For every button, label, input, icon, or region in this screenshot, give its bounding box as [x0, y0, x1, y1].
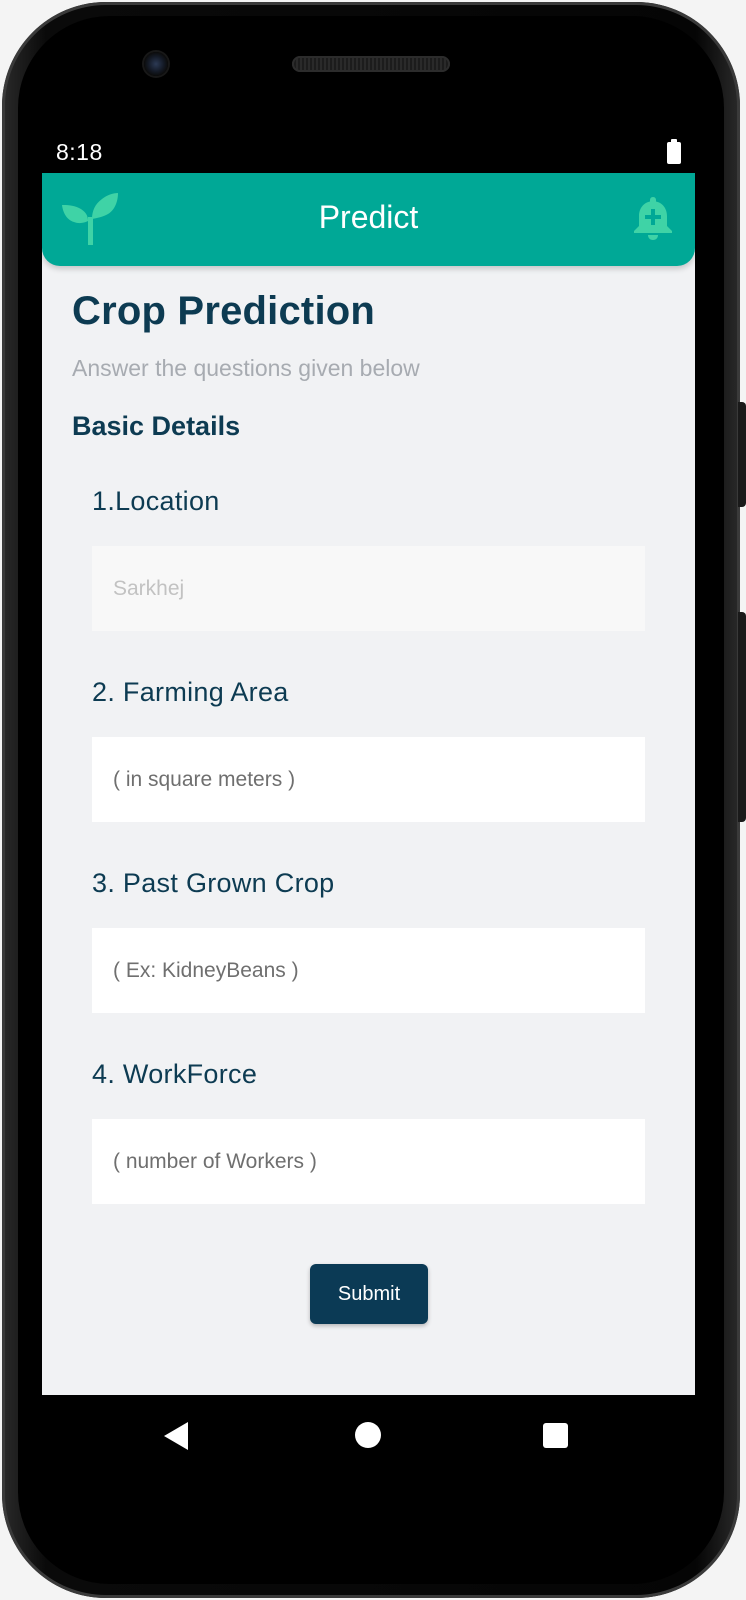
section-title: Basic Details: [72, 411, 241, 441]
workforce-input[interactable]: [92, 1119, 645, 1204]
farming-area-input[interactable]: [92, 737, 645, 822]
app-screen: Predict Crop Prediction Answer the quest…: [42, 173, 695, 1395]
earpiece-speaker: [292, 56, 450, 72]
battery-full-icon: [667, 139, 681, 164]
home-circle-icon[interactable]: [355, 1422, 381, 1448]
power-button: [738, 402, 746, 507]
back-triangle-icon[interactable]: [164, 1422, 188, 1450]
app-bar-title: Predict: [318, 199, 419, 235]
page-subtitle: Answer the questions given below: [72, 355, 420, 381]
past-crop-input[interactable]: [92, 928, 645, 1013]
recents-square-icon[interactable]: [543, 1423, 568, 1448]
app-bar: Predict: [42, 173, 695, 266]
page-title: Crop Prediction: [72, 289, 376, 333]
location-input: [92, 546, 645, 631]
volume-button: [738, 612, 746, 822]
front-camera: [144, 52, 168, 76]
location-label: 1.Location: [92, 486, 220, 516]
status-time: 8:18: [56, 139, 103, 165]
farming-area-label: 2. Farming Area: [92, 677, 289, 707]
submit-button[interactable]: Submit: [310, 1264, 428, 1324]
notification-add-icon[interactable]: [632, 195, 674, 241]
workforce-label: 4. WorkForce: [92, 1059, 258, 1089]
past-crop-label: 3. Past Grown Crop: [92, 868, 335, 898]
